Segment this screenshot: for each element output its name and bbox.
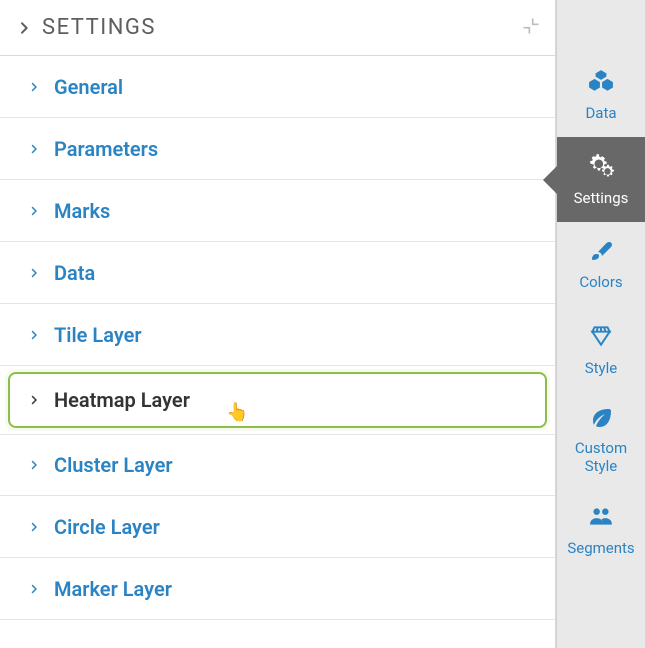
diamond-icon bbox=[588, 323, 614, 353]
sidebar-item-custom-style[interactable]: Custom Style bbox=[557, 392, 645, 487]
chevron-right-icon[interactable] bbox=[16, 20, 32, 36]
settings-panel: SETTINGS General Parameters Marks Data bbox=[0, 0, 556, 648]
sidebar-item-label: Data bbox=[585, 104, 616, 122]
chevron-right-icon bbox=[28, 394, 40, 406]
section-label: Cluster Layer bbox=[54, 453, 173, 477]
collapse-icon[interactable] bbox=[521, 16, 541, 40]
section-label: Marker Layer bbox=[54, 577, 172, 601]
chevron-right-icon bbox=[28, 329, 40, 341]
sidebar-item-label: Segments bbox=[567, 539, 634, 557]
section-tile-layer[interactable]: Tile Layer bbox=[0, 304, 555, 366]
chevron-right-icon bbox=[28, 81, 40, 93]
chevron-right-icon bbox=[28, 583, 40, 595]
section-label: Data bbox=[54, 261, 95, 285]
section-label: Tile Layer bbox=[54, 323, 142, 347]
chevron-right-icon bbox=[28, 143, 40, 155]
gear-icon bbox=[588, 153, 614, 183]
sidebar-item-label: Settings bbox=[574, 189, 629, 207]
section-parameters[interactable]: Parameters bbox=[0, 118, 555, 180]
sidebar-item-data[interactable]: Data bbox=[557, 52, 645, 137]
sidebar-item-settings[interactable]: Settings bbox=[557, 137, 645, 222]
cursor-icon: 👆 bbox=[226, 402, 248, 423]
section-circle-layer[interactable]: Circle Layer bbox=[0, 496, 555, 558]
section-marker-layer[interactable]: Marker Layer bbox=[0, 558, 555, 620]
section-data[interactable]: Data bbox=[0, 242, 555, 304]
section-label: Circle Layer bbox=[54, 515, 160, 539]
sidebar-item-label: Colors bbox=[579, 273, 622, 291]
leaf-icon bbox=[589, 405, 613, 433]
section-label: General bbox=[54, 75, 123, 99]
sidebar-item-label: Style bbox=[585, 359, 618, 377]
section-cluster-layer[interactable]: Cluster Layer bbox=[0, 434, 555, 496]
chevron-right-icon bbox=[28, 459, 40, 471]
section-general[interactable]: General bbox=[0, 56, 555, 118]
sidebar-item-style[interactable]: Style bbox=[557, 307, 645, 392]
sidebar-item-label: Custom Style bbox=[561, 439, 641, 475]
chevron-right-icon bbox=[28, 205, 40, 217]
sidebar-item-segments[interactable]: Segments bbox=[557, 487, 645, 572]
section-list: General Parameters Marks Data Tile Layer… bbox=[0, 56, 555, 620]
section-marks[interactable]: Marks bbox=[0, 180, 555, 242]
section-label: Heatmap Layer bbox=[54, 388, 190, 412]
users-icon bbox=[588, 503, 614, 533]
panel-title: SETTINGS bbox=[42, 15, 521, 40]
brush-icon bbox=[589, 239, 613, 267]
sidebar-item-colors[interactable]: Colors bbox=[557, 222, 645, 307]
panel-header: SETTINGS bbox=[0, 0, 555, 56]
cubes-icon bbox=[588, 68, 614, 98]
chevron-right-icon bbox=[28, 267, 40, 279]
section-heatmap-layer[interactable]: Heatmap Layer 👆 bbox=[8, 372, 547, 428]
section-label: Parameters bbox=[54, 137, 158, 161]
section-label: Marks bbox=[54, 199, 110, 223]
chevron-right-icon bbox=[28, 521, 40, 533]
right-sidebar: Data Settings Colors Style Custom Style … bbox=[556, 0, 645, 648]
